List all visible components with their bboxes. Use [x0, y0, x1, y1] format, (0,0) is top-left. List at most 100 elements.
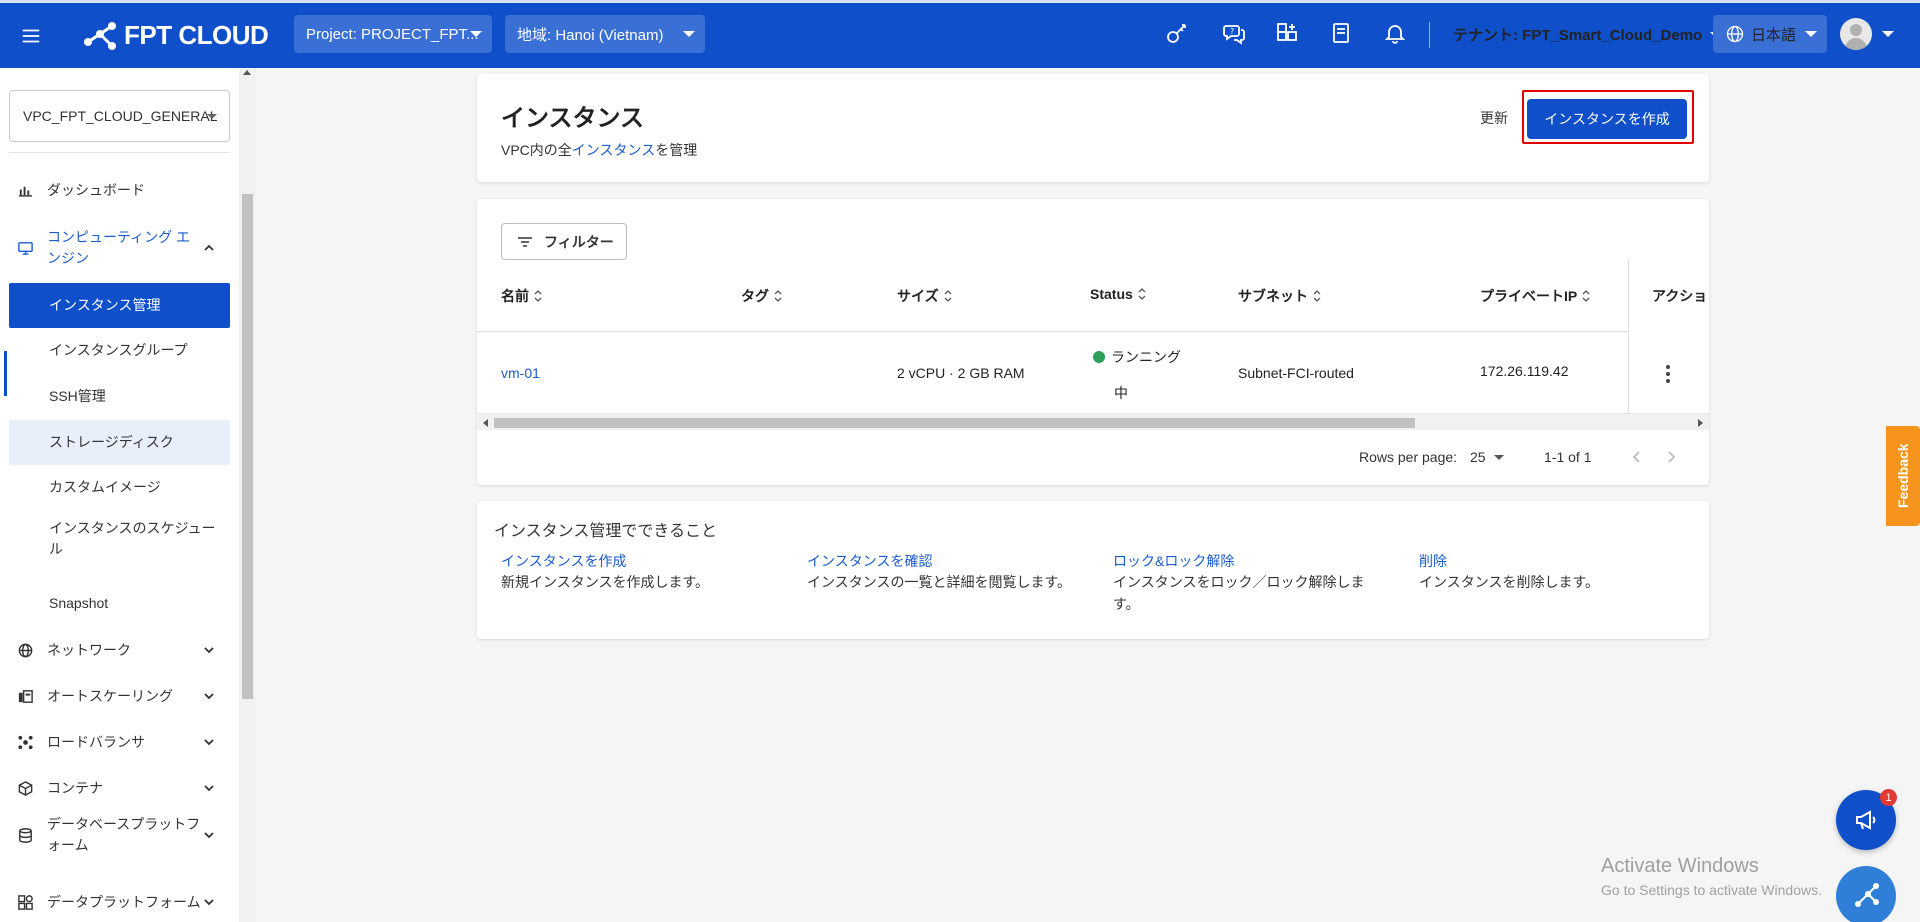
- user-menu[interactable]: [1840, 18, 1894, 50]
- logo[interactable]: FPT CLOUD: [82, 20, 269, 52]
- status-line2: 中: [1114, 385, 1128, 401]
- more-actions-icon[interactable]: [1666, 365, 1670, 383]
- sidebar-item-label: データプラットフォーム: [47, 893, 201, 910]
- region-select[interactable]: 地域: Hanoi (Vietnam): [505, 15, 705, 53]
- apps-icon[interactable]: [1274, 20, 1300, 46]
- sidebar-item-snapshot[interactable]: Snapshot: [9, 581, 230, 626]
- globe-icon: [16, 641, 34, 659]
- sort-icon: [1138, 288, 1146, 300]
- tenant-select[interactable]: テナント: FPT_Smart_Cloud_Demo: [1453, 24, 1723, 45]
- status-line1: ランニング: [1111, 349, 1181, 365]
- capability-item: インスタンスを作成 新規インスタンスを作成します。: [501, 551, 771, 593]
- notification-badge: 1: [1880, 789, 1897, 806]
- active-indicator: [4, 351, 7, 396]
- capability-description: 新規インスタンスを作成します。: [501, 574, 710, 590]
- ai-icon: [1855, 883, 1879, 907]
- column-header-size[interactable]: サイズ: [897, 286, 953, 306]
- billing-icon[interactable]: [1328, 20, 1354, 46]
- feedback-tab[interactable]: Feedback: [1886, 426, 1920, 526]
- sidebar-item-instance-management[interactable]: インスタンス管理: [9, 283, 230, 328]
- capability-description: インスタンスを削除します。: [1419, 574, 1600, 590]
- sort-icon: [1313, 290, 1321, 302]
- sidebar-item-database-platform[interactable]: データベースプラットフォーム: [0, 813, 238, 857]
- chevron-down-icon: [204, 647, 214, 654]
- instance-table-card: フィルター 名前 タグ サイズ Status サブネット プライベートIP vm…: [477, 199, 1709, 485]
- sidebar-item-container[interactable]: コンテナ: [0, 776, 238, 800]
- bell-icon[interactable]: [1382, 20, 1408, 46]
- sidebar-item-network[interactable]: ネットワーク: [0, 638, 238, 662]
- column-header-tag[interactable]: タグ: [741, 286, 783, 306]
- next-page-icon[interactable]: [1661, 447, 1681, 467]
- sidebar-item-instance-group[interactable]: インスタンスグループ: [9, 328, 230, 373]
- chevron-down-icon: [204, 832, 214, 839]
- capabilities-card: インスタンス管理でできること インスタンスを作成 新規インスタンスを作成します。…: [477, 501, 1709, 639]
- capability-link[interactable]: インスタンスを作成: [501, 551, 771, 571]
- svg-text:?: ?: [1230, 27, 1234, 36]
- column-header-status[interactable]: Status: [1090, 286, 1147, 302]
- sidebar-scrollbar-thumb[interactable]: [242, 194, 253, 699]
- tenant-label: テナント: FPT_Smart_Cloud_Demo: [1453, 27, 1703, 44]
- instance-subnet: Subnet-FCI-routed: [1238, 365, 1354, 381]
- sidebar-item-autoscaling[interactable]: オートスケーリング: [0, 684, 238, 708]
- subtitle-link[interactable]: インスタンス: [572, 142, 655, 158]
- support-icon[interactable]: ?: [1221, 20, 1247, 46]
- scroll-left-arrow-icon[interactable]: [483, 419, 488, 427]
- sidebar-item-instance-schedule[interactable]: インスタンスのスケジュール: [9, 511, 230, 567]
- chevron-down-icon: [683, 31, 695, 37]
- sidebar-item-dashboard[interactable]: ダッシュボード: [0, 178, 238, 202]
- sort-icon: [774, 290, 782, 302]
- watermark-line2: Go to Settings to activate Windows.: [1601, 882, 1822, 898]
- table-scrollbar-thumb[interactable]: [494, 418, 1415, 428]
- vpc-select[interactable]: VPC_FPT_CLOUD_GENERAL: [9, 90, 230, 142]
- sidebar-item-data-platform[interactable]: データプラットフォーム: [0, 890, 238, 914]
- status-dot-icon: [1093, 351, 1105, 363]
- sidebar-item-storage-disk[interactable]: ストレージディスク: [9, 420, 230, 465]
- capability-link[interactable]: ロック&ロック解除: [1113, 551, 1375, 571]
- ai-assistant-button[interactable]: [1836, 866, 1896, 922]
- project-select-label: Project: PROJECT_FPT...: [306, 25, 479, 43]
- sidebar-item-load-balancer[interactable]: ロードバランサ: [0, 730, 238, 754]
- menu-icon[interactable]: [0, 4, 62, 68]
- chevron-down-icon: [1493, 454, 1504, 460]
- sidebar-item-label: コンピューティング エンジン: [47, 229, 191, 266]
- sidebar: VPC_FPT_CLOUD_GENERAL ダッシュボード コンピューティング …: [0, 68, 256, 922]
- filter-button[interactable]: フィルター: [501, 223, 627, 260]
- chevron-down-icon: [470, 31, 482, 37]
- sidebar-item-ssh-management[interactable]: SSH管理: [9, 374, 230, 419]
- bar-chart-icon: [16, 181, 34, 199]
- capability-link[interactable]: インスタンスを確認: [807, 551, 1077, 571]
- data-platform-icon: [16, 893, 34, 911]
- sidebar-item-label: オートスケーリング: [47, 687, 173, 704]
- rows-per-page-select[interactable]: 25: [1470, 449, 1504, 465]
- sort-icon: [1582, 290, 1590, 302]
- instance-private-ip: 172.26.119.42: [1480, 363, 1569, 379]
- instance-name-link[interactable]: vm-01: [501, 365, 540, 381]
- scroll-up-arrow-icon[interactable]: [243, 70, 251, 75]
- chevron-down-icon: [1805, 31, 1817, 37]
- logo-text: FPT CLOUD: [124, 20, 269, 50]
- page-header-card: インスタンス VPC内の全インスタンスを管理 更新 インスタンスを作成: [477, 74, 1709, 182]
- megaphone-icon: [1856, 810, 1876, 830]
- sidebar-item-custom-image[interactable]: カスタムイメージ: [9, 465, 230, 510]
- column-header-name[interactable]: 名前: [501, 286, 543, 306]
- capability-link[interactable]: 削除: [1419, 551, 1689, 571]
- refresh-button[interactable]: 更新: [1480, 108, 1508, 128]
- scroll-right-arrow-icon[interactable]: [1698, 419, 1703, 427]
- create-instance-button[interactable]: インスタンスを作成: [1527, 99, 1687, 139]
- sidebar-item-compute-engine[interactable]: コンピューティング エンジン: [0, 226, 238, 270]
- table-horizontal-scrollbar[interactable]: [477, 413, 1709, 430]
- column-header-label: サイズ: [897, 288, 939, 304]
- column-header-private-ip[interactable]: プライベートIP: [1480, 286, 1591, 306]
- windows-activation-watermark: Activate Windows Go to Settings to activ…: [1601, 855, 1822, 898]
- language-select[interactable]: 日本語: [1713, 15, 1827, 53]
- previous-page-icon[interactable]: [1627, 447, 1647, 467]
- vpc-select-label: VPC_FPT_CLOUD_GENERAL: [23, 108, 218, 124]
- sidebar-item-label: ネットワーク: [47, 641, 131, 658]
- chevron-down-icon: [207, 114, 217, 119]
- sort-icon: [534, 290, 542, 302]
- capability-item: インスタンスを確認 インスタンスの一覧と詳細を閲覧します。: [807, 551, 1077, 593]
- sidebar-item-label: Snapshot: [49, 595, 109, 611]
- column-header-subnet[interactable]: サブネット: [1238, 286, 1322, 306]
- project-select[interactable]: Project: PROJECT_FPT...: [294, 15, 492, 53]
- key-icon[interactable]: [1164, 20, 1190, 46]
